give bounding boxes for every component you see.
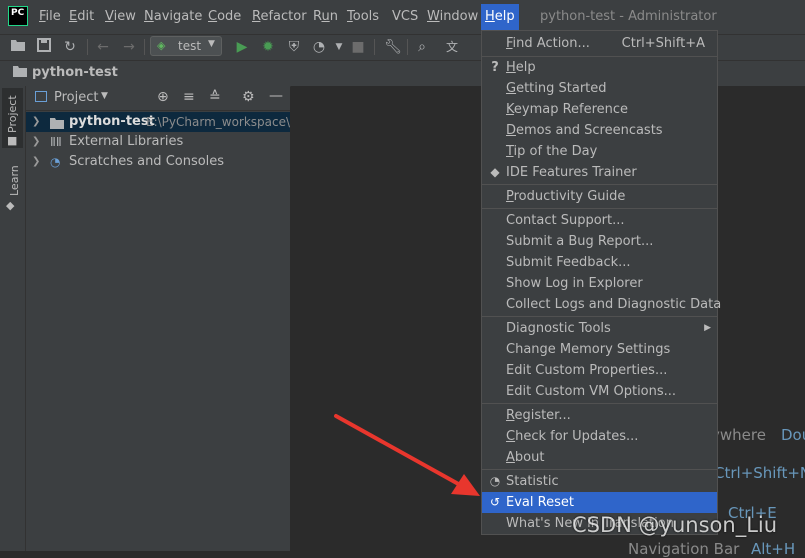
coverage-icon[interactable]: ⛨ xyxy=(285,38,303,56)
question-icon: ? xyxy=(491,60,499,75)
menu-item-eval-reset[interactable]: ↺ Eval Reset xyxy=(482,492,717,513)
back-icon[interactable]: ← xyxy=(94,38,112,56)
menu-item-show-log[interactable]: Show Log in Explorer xyxy=(482,273,717,294)
menu-item-check-updates[interactable]: Check for Updates... xyxy=(482,426,717,447)
help-menu: Find Action... Ctrl+Shift+A ? Help Getting… xyxy=(481,30,721,535)
collapse-all-icon[interactable]: ≙ xyxy=(209,89,221,105)
menu-item-diagnostic-tools[interactable]: Diagnostic Tools ▶ xyxy=(482,318,717,339)
tree-item-external-libraries[interactable]: ❯ ⅡⅡ External Libraries xyxy=(26,132,290,152)
project-view-icon xyxy=(35,91,47,102)
watermark: CSDN @yunson_Liu xyxy=(572,513,778,537)
minimize-icon[interactable]: — xyxy=(269,88,283,104)
menu-item-submit-bug-report[interactable]: Submit a Bug Report... xyxy=(482,231,717,252)
menu-code[interactable]: Code xyxy=(208,9,241,24)
menu-navigate[interactable]: Navigate xyxy=(144,9,202,24)
translate-icon[interactable]: 文 xyxy=(443,38,461,56)
hint-key: Dou xyxy=(781,426,805,444)
menu-item-contact-support[interactable]: Contact Support... xyxy=(482,210,717,231)
hint-key: Ctrl+Shift+N xyxy=(714,464,805,482)
menu-item-find-action[interactable]: Find Action... Ctrl+Shift+A xyxy=(482,33,717,54)
debug-icon[interactable]: ✹ xyxy=(259,38,277,56)
left-tool-stripe: Project ■ Learn ◆ xyxy=(0,86,26,551)
menu-item-tip-of-the-day[interactable]: Tip of the Day xyxy=(482,141,717,162)
learn-tab-label[interactable]: Learn xyxy=(8,165,21,196)
sync-icon[interactable]: ↻ xyxy=(61,38,79,56)
menu-run[interactable]: Run xyxy=(313,9,338,24)
hint-navigation-bar: Navigation Bar xyxy=(628,540,740,558)
chevron-down-icon[interactable]: ▼ xyxy=(330,38,348,56)
menu-item-about[interactable]: About xyxy=(482,447,717,468)
tree-item-scratches[interactable]: ❯ ◔ Scratches and Consoles xyxy=(26,152,290,172)
expand-all-icon[interactable]: ≡ xyxy=(183,89,195,105)
menu-item-register[interactable]: Register... xyxy=(482,405,717,426)
project-tab-label: Project xyxy=(6,95,19,133)
folder-icon xyxy=(50,116,64,132)
folder-icon xyxy=(13,65,27,81)
menu-help[interactable]: Help xyxy=(481,4,519,30)
window-title: python-test - Administrator xyxy=(540,9,717,24)
hint-key: Alt+H xyxy=(751,540,796,558)
project-panel-header: Project ▼ ⊕ ≡ ≙ ⚙ — xyxy=(26,86,290,111)
chevron-down-icon[interactable]: ▼ xyxy=(101,91,108,101)
wrench-icon[interactable]: 🔧︎ xyxy=(384,38,402,56)
chevron-right-icon[interactable]: ❯ xyxy=(32,152,40,172)
tree-item-label: External Libraries xyxy=(69,134,184,149)
tree-item-label: python-test xyxy=(69,114,155,129)
breadcrumb[interactable]: python-test xyxy=(32,65,118,80)
menu-file[interactable]: File xyxy=(39,9,61,24)
project-tree: ❯ python-test E:\PyCharm_workspace\p ❯ Ⅱ… xyxy=(26,111,290,551)
menu-item-ide-features-trainer[interactable]: ◆ IDE Features Trainer xyxy=(482,162,717,183)
chevron-down-icon: ▼ xyxy=(208,39,215,49)
mortarboard-icon: ◆ xyxy=(490,165,500,179)
menu-vcs[interactable]: VCS xyxy=(392,9,418,24)
scratches-icon: ◔ xyxy=(50,155,61,169)
project-view-label[interactable]: Project xyxy=(54,90,98,105)
menu-item-help[interactable]: ? Help xyxy=(482,57,717,78)
menu-refactor[interactable]: Refactor xyxy=(252,9,307,24)
hint-search-everywhere: ywhere xyxy=(711,426,766,444)
chevron-right-icon: ▶ xyxy=(704,323,711,333)
undo-icon: ↺ xyxy=(489,495,501,509)
open-folder-icon[interactable] xyxy=(9,38,27,56)
run-config-select[interactable]: ◈ test ▼ xyxy=(150,36,222,56)
tree-item-project-root[interactable]: ❯ python-test E:\PyCharm_workspace\p xyxy=(26,112,290,132)
menu-view[interactable]: View xyxy=(105,9,136,24)
tree-item-label: Scratches and Consoles xyxy=(69,154,225,169)
menu-item-collect-logs[interactable]: Collect Logs and Diagnostic Data xyxy=(482,294,721,315)
menu-item-edit-custom-vm-options[interactable]: Edit Custom VM Options... xyxy=(482,381,717,402)
menu-item-submit-feedback[interactable]: Submit Feedback... xyxy=(482,252,717,273)
profile-icon[interactable]: ◔ xyxy=(310,38,328,56)
stop-icon[interactable]: ■ xyxy=(349,38,367,56)
python-file-icon: ◈ xyxy=(157,39,166,52)
annotation-arrow xyxy=(334,414,480,496)
chevron-right-icon[interactable]: ❯ xyxy=(32,132,40,152)
menu-item-statistic[interactable]: ◔ Statistic xyxy=(482,471,717,492)
menubar: PC File Edit View Navigate Code Refactor… xyxy=(0,0,805,34)
tree-item-path: E:\PyCharm_workspace\p xyxy=(146,115,290,129)
save-icon[interactable] xyxy=(35,38,53,56)
menu-item-getting-started[interactable]: Getting Started xyxy=(482,78,717,99)
forward-icon[interactable]: → xyxy=(120,38,138,56)
menu-item-edit-custom-properties[interactable]: Edit Custom Properties... xyxy=(482,360,717,381)
run-config-label: test xyxy=(178,39,202,53)
menu-tools[interactable]: Tools xyxy=(347,9,379,24)
menu-item-keymap-reference[interactable]: Keymap Reference xyxy=(482,99,717,120)
gear-icon[interactable]: ⚙ xyxy=(242,89,255,105)
menu-edit[interactable]: Edit xyxy=(69,9,94,24)
mortarboard-icon: ◆ xyxy=(6,199,15,212)
menu-item-demos[interactable]: Demos and Screencasts xyxy=(482,120,717,141)
folder-icon: ■ xyxy=(7,134,18,147)
clock-icon: ◔ xyxy=(489,474,501,488)
chevron-right-icon[interactable]: ❯ xyxy=(32,112,40,132)
library-icon: ⅡⅡ xyxy=(50,135,62,149)
search-icon[interactable]: ⌕ xyxy=(413,38,431,56)
menu-window[interactable]: Window xyxy=(427,9,478,24)
app-logo: PC xyxy=(8,6,28,26)
run-icon[interactable]: ▶ xyxy=(233,38,251,56)
locate-icon[interactable]: ⊕ xyxy=(157,89,169,105)
menu-item-productivity-guide[interactable]: Productivity Guide xyxy=(482,186,717,207)
menu-item-change-memory[interactable]: Change Memory Settings xyxy=(482,339,717,360)
